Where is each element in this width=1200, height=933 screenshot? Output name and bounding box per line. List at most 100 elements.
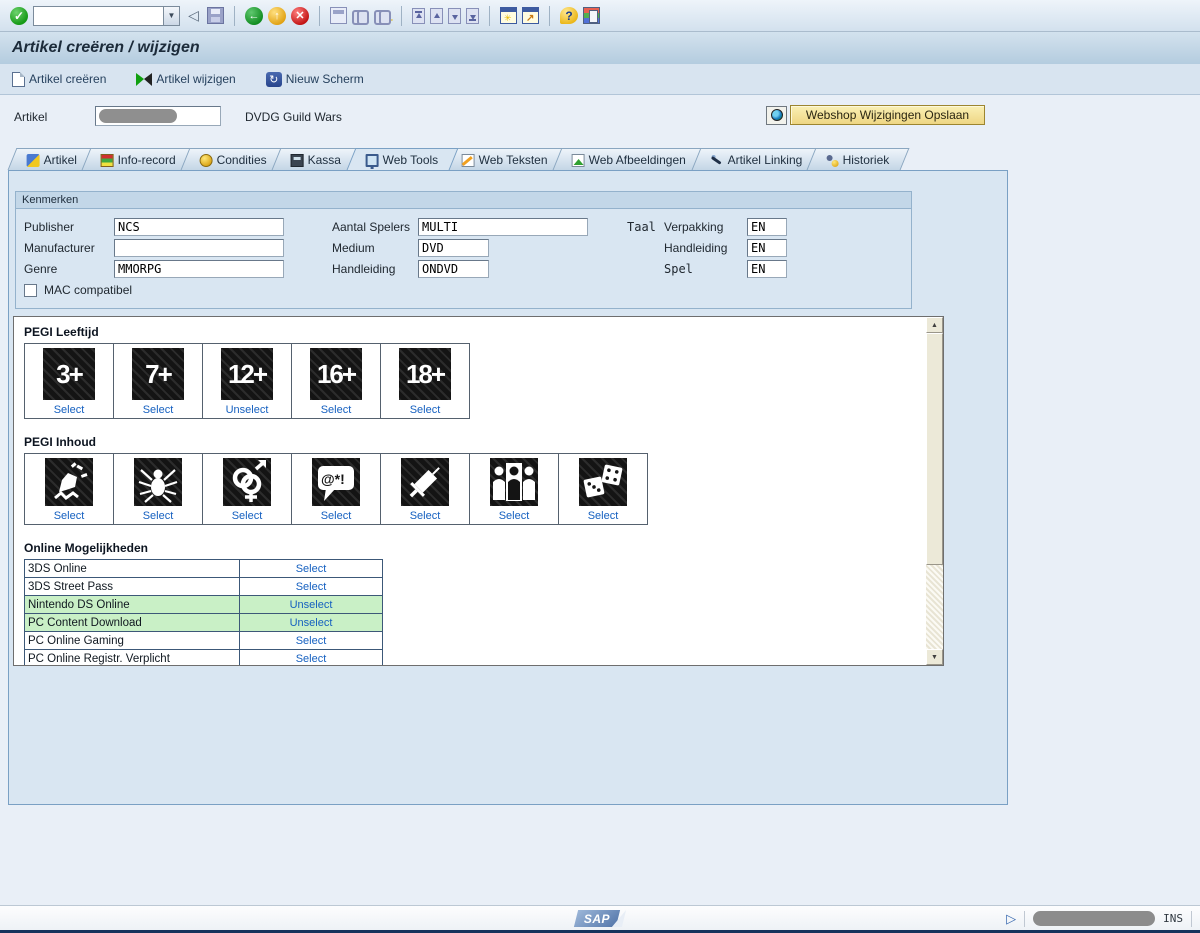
table-row: 3DS Street Pass Select	[25, 578, 383, 596]
online-row-action-link[interactable]: Select	[296, 653, 327, 665]
pegi-age-16-cell: 16+ Select	[292, 344, 381, 419]
pegi-16-select-link[interactable]: Select	[321, 404, 352, 416]
back-button-icon[interactable]: ←	[245, 7, 263, 25]
status-expand-icon[interactable]: ▷	[1006, 911, 1016, 927]
gambling-select-link[interactable]: Select	[588, 510, 619, 522]
pegi-age-12-cell: 12+ Unselect	[203, 344, 292, 419]
artikel-creeren-label: Artikel creëren	[29, 72, 106, 86]
pegi-gambling-cell: Select	[559, 454, 648, 525]
vertical-scrollbar[interactable]: ▲ ▼	[926, 317, 943, 665]
save-icon[interactable]	[207, 7, 224, 24]
nieuw-scherm-button[interactable]: ↻ Nieuw Scherm	[266, 72, 364, 87]
pegi-drugs-cell: Select	[381, 454, 470, 525]
status-separator	[1191, 911, 1192, 927]
pegi-age-7-cell: 7+ Select	[114, 344, 203, 419]
insert-mode-indicator: INS	[1163, 912, 1183, 925]
syringe-icon	[401, 458, 449, 506]
create-shortcut-icon[interactable]	[522, 7, 539, 24]
tab-web-teksten[interactable]: Web Teksten	[443, 148, 568, 170]
publisher-input[interactable]	[114, 218, 284, 236]
sex-select-link[interactable]: Select	[232, 510, 263, 522]
scroll-up-icon[interactable]: ▲	[926, 317, 943, 333]
new-session-icon[interactable]	[500, 7, 517, 24]
pegi-age-18-cell: 18+ Select	[381, 344, 470, 419]
globe-icon	[771, 109, 783, 121]
page-down-icon[interactable]	[448, 8, 461, 24]
print-icon[interactable]	[330, 7, 347, 24]
online-row-label: Nintendo DS Online	[25, 596, 240, 614]
discrimination-select-link[interactable]: Select	[499, 510, 530, 522]
tab-web-tools[interactable]: Web Tools	[346, 148, 457, 170]
online-row-action-link[interactable]: Select	[296, 635, 327, 647]
medium-label: Medium	[332, 241, 375, 255]
image-icon	[572, 153, 585, 166]
genre-input[interactable]	[114, 260, 284, 278]
scroll-down-icon[interactable]: ▼	[926, 649, 943, 665]
aantal-spelers-input[interactable]	[418, 218, 588, 236]
page-up-icon[interactable]	[430, 8, 443, 24]
pegi-16-icon: 16+	[310, 348, 362, 400]
scrollbar-track[interactable]	[926, 565, 943, 649]
toolbar-separator	[319, 6, 320, 26]
web-tools-panel: Kenmerken Publisher Manufacturer Genre A…	[8, 170, 1008, 805]
page-title: Artikel creëren / wijzigen	[12, 39, 200, 57]
dice-icon	[579, 458, 627, 506]
medium-input[interactable]	[418, 239, 489, 257]
taal-handleiding-input[interactable]	[747, 239, 787, 257]
pen-icon	[710, 153, 723, 166]
online-row-action-link[interactable]: Unselect	[290, 617, 333, 629]
exit-button-icon[interactable]: ↑	[268, 7, 286, 25]
tab-web-afbeeldingen[interactable]: Web Afbeeldingen	[553, 148, 706, 170]
online-row-action-link[interactable]: Select	[296, 581, 327, 593]
pegi-18-select-link[interactable]: Select	[410, 404, 441, 416]
taal-spel-input[interactable]	[747, 260, 787, 278]
drugs-select-link[interactable]: Select	[410, 510, 441, 522]
command-input[interactable]	[33, 6, 163, 26]
tab-condities[interactable]: Condities	[181, 148, 287, 170]
tab-artikel-linking[interactable]: Artikel Linking	[691, 148, 822, 170]
online-mogelijkheden-table: 3DS Online Select 3DS Street Pass Select…	[24, 559, 383, 666]
pegi-7-select-link[interactable]: Select	[143, 404, 174, 416]
coin-icon	[200, 153, 213, 166]
handleiding-input[interactable]	[418, 260, 489, 278]
find-icon[interactable]	[352, 7, 369, 24]
taal-verpakking-input[interactable]	[747, 218, 787, 236]
refresh-icon: ↻	[266, 72, 282, 87]
pegi-age-3-cell: 3+ Select	[25, 344, 114, 419]
cash-register-icon	[291, 153, 304, 166]
mac-compatibel-checkbox[interactable]	[24, 284, 37, 297]
command-dropdown-icon[interactable]: ▼	[163, 6, 180, 26]
online-mogelijkheden-heading: Online Mogelijkheden	[24, 541, 904, 555]
webshop-globe-button[interactable]	[766, 106, 787, 125]
pegi-3-select-link[interactable]: Select	[54, 404, 85, 416]
online-row-action-link[interactable]: Select	[296, 563, 327, 575]
help-icon[interactable]: ?	[560, 7, 578, 24]
bad-language-select-link[interactable]: Select	[321, 510, 352, 522]
artikel-label: Artikel	[14, 110, 47, 124]
customize-layout-icon[interactable]	[583, 7, 600, 24]
last-page-icon[interactable]	[466, 8, 479, 24]
artikel-wijzigen-button[interactable]: Artikel wijzigen	[136, 72, 235, 86]
tab-info-record[interactable]: Info-record	[82, 148, 196, 170]
back-triangle-icon[interactable]: ◁	[185, 7, 202, 24]
fear-select-link[interactable]: Select	[143, 510, 174, 522]
artikel-wijzigen-label: Artikel wijzigen	[156, 72, 235, 86]
artikel-creeren-button[interactable]: Artikel creëren	[12, 72, 106, 87]
pegi-12-unselect-link[interactable]: Unselect	[226, 404, 269, 416]
violence-select-link[interactable]: Select	[54, 510, 85, 522]
pegi-violence-cell: Select	[25, 454, 114, 525]
violence-icon	[45, 458, 93, 506]
find-next-icon[interactable]: +	[374, 7, 391, 24]
enter-check-icon[interactable]: ✓	[10, 7, 28, 25]
pegi-fear-cell: Select	[114, 454, 203, 525]
tab-historiek[interactable]: Historiek	[807, 148, 910, 170]
footprints-icon	[826, 153, 839, 166]
webshop-save-button[interactable]: Webshop Wijzigingen Opslaan	[790, 105, 985, 125]
online-row-action-link[interactable]: Unselect	[290, 599, 333, 611]
cancel-button-icon[interactable]: ✕	[291, 7, 309, 25]
manufacturer-input[interactable]	[114, 239, 284, 257]
command-field-box: ▼	[33, 6, 180, 26]
aantal-spelers-label: Aantal Spelers	[332, 220, 410, 234]
first-page-icon[interactable]	[412, 8, 425, 24]
scrollbar-thumb[interactable]	[926, 333, 943, 565]
